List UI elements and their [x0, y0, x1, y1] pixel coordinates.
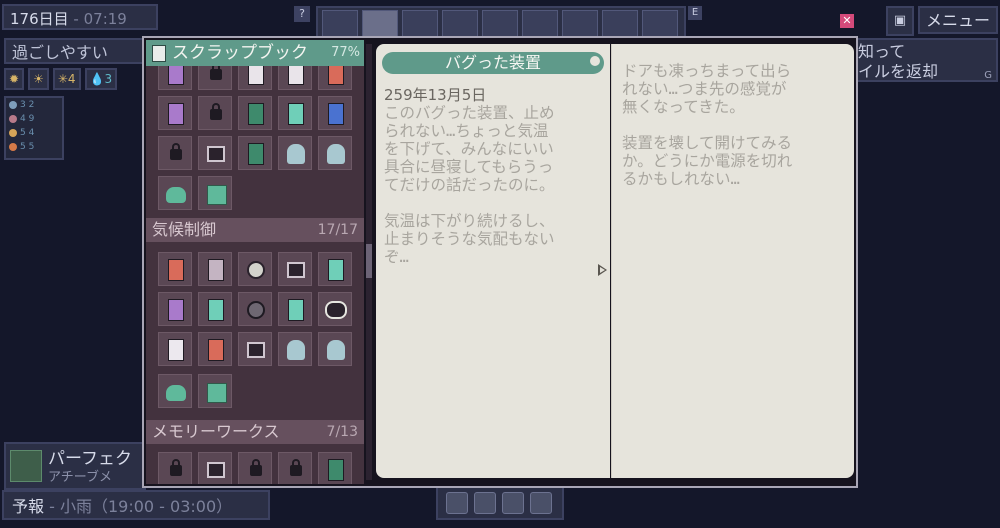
tool-slot[interactable] — [474, 492, 496, 514]
locked-item[interactable] — [238, 452, 272, 484]
tool-slot[interactable] — [502, 492, 524, 514]
weather-forecast: 予報 - 小雨（19:00 - 03:00） — [2, 490, 270, 520]
menu-button[interactable]: メニュー — [918, 6, 998, 34]
menu-area: ▣ メニュー — [886, 6, 998, 36]
scrapbook-title: スクラップブック — [172, 43, 308, 63]
scrap-item[interactable] — [158, 96, 192, 130]
selected-scrap-item[interactable] — [318, 292, 352, 326]
locked-item[interactable] — [198, 96, 232, 130]
category-header-climate[interactable]: 気候制御 17/17 — [146, 218, 364, 242]
scrap-item[interactable] — [158, 374, 192, 408]
bottom-toolbar — [436, 486, 564, 520]
help-button[interactable]: ? — [294, 6, 310, 22]
stats-row: ✹ ☀ ✳4 💧3 — [4, 68, 124, 90]
scrap-item[interactable] — [198, 176, 232, 210]
achievement-panel: パーフェク アチーブメ — [4, 442, 146, 490]
scrap-item[interactable] — [158, 332, 192, 366]
day-counter: 176日目 — [10, 10, 69, 28]
scrap-item[interactable] — [278, 136, 312, 170]
tool-slot[interactable] — [402, 10, 438, 38]
journal-left-page: バグった装置 259年13月5日 このバグった装置、止め られない…ちょっと気温… — [376, 44, 610, 478]
locked-item[interactable] — [158, 136, 192, 170]
mouse-cursor-icon — [598, 264, 607, 276]
scrap-item[interactable] — [278, 252, 312, 286]
book-icon — [152, 45, 166, 62]
resource-panel: 3 2 4 9 5 4 5 5 — [4, 96, 64, 160]
e-key-hint: E — [688, 6, 702, 20]
scrap-item[interactable] — [238, 136, 272, 170]
scrap-item[interactable] — [318, 136, 352, 170]
light-icon: ☀ — [28, 68, 49, 90]
scrap-item[interactable] — [318, 452, 352, 484]
tool-slot[interactable] — [322, 10, 358, 38]
scrap-item[interactable] — [198, 252, 232, 286]
resource-icon — [9, 129, 17, 137]
scrap-item[interactable] — [158, 252, 192, 286]
scrap-item[interactable] — [198, 374, 232, 408]
journal-right-page: ドアも凍っちまって出ら れない…つま先の感覚が 無くなってきた。 装置を壊して開… — [611, 44, 854, 478]
scrap-item[interactable] — [278, 96, 312, 130]
close-icon[interactable]: ✕ — [840, 14, 854, 28]
tool-slot[interactable] — [602, 10, 638, 38]
entry-text-right: ドアも凍っちまって出ら れない…つま先の感覚が 無くなってきた。 装置を壊して開… — [622, 62, 793, 188]
entry-title-banner: バグった装置 — [382, 52, 604, 74]
resource-icon — [9, 115, 17, 123]
scrap-item[interactable] — [238, 332, 272, 366]
scrapbook-sidebar: 気候制御 17/17 メモリーワークス 7/13 スクラップブック 77% — [146, 40, 364, 484]
locked-item[interactable] — [278, 452, 312, 484]
stat-snow: ✳4 — [52, 68, 81, 90]
scrapbook-dialog: 気候制御 17/17 メモリーワークス 7/13 スクラップブック 77% バグ… — [142, 36, 858, 488]
scrap-item[interactable] — [198, 452, 232, 484]
tool-slot[interactable] — [482, 10, 518, 38]
quest-panel: 知って イルを返却 G — [852, 38, 998, 82]
clock-time: 07:19 — [83, 10, 127, 28]
resource-icon — [9, 101, 17, 109]
category-header-memoryworks[interactable]: メモリーワークス 7/13 — [146, 420, 364, 444]
achievement-icon — [10, 450, 42, 482]
scrap-item[interactable] — [238, 292, 272, 326]
scrap-item[interactable] — [198, 292, 232, 326]
banner-clip-icon — [588, 54, 602, 68]
locked-item[interactable] — [158, 452, 192, 484]
tool-slot[interactable] — [442, 10, 478, 38]
build-toolbar — [316, 6, 686, 38]
day-clock: 176日目 - 07:19 — [2, 4, 158, 30]
entry-text-left: このバグった装置、止め られない…ちょっと気温 を下げて、みんなにいい 具合に昼… — [384, 104, 555, 266]
tool-slot[interactable] — [522, 10, 558, 38]
scrapbook-header: スクラップブック 77% — [146, 40, 364, 66]
resource-icon — [9, 143, 17, 151]
scrollbar-thumb[interactable] — [366, 244, 372, 278]
tool-slot[interactable] — [362, 10, 398, 38]
scrap-item[interactable] — [278, 292, 312, 326]
scrap-item[interactable] — [198, 332, 232, 366]
tool-slot[interactable] — [642, 10, 678, 38]
scrap-item[interactable] — [238, 252, 272, 286]
tool-slot[interactable] — [446, 492, 468, 514]
save-icon[interactable]: ▣ — [886, 6, 914, 36]
scrap-item[interactable] — [318, 332, 352, 366]
entry-date: 259年13月5日 — [384, 86, 487, 104]
entry-title: バグった装置 — [444, 53, 541, 72]
scrap-item[interactable] — [238, 96, 272, 130]
stat-water: 💧3 — [84, 68, 118, 90]
tool-slot[interactable] — [562, 10, 598, 38]
mood-status: 過ごしやすい — [4, 38, 146, 64]
scrap-item[interactable] — [158, 176, 192, 210]
scrap-item[interactable] — [198, 136, 232, 170]
scrap-item[interactable] — [278, 332, 312, 366]
scrap-item[interactable] — [318, 96, 352, 130]
tool-slot[interactable] — [530, 492, 552, 514]
sun-icon: ✹ — [4, 68, 25, 90]
scrap-item[interactable] — [318, 252, 352, 286]
scrapbook-progress: 77% — [331, 45, 360, 60]
achievement-subtitle: アチーブメ — [48, 470, 112, 485]
sidebar-scrollbar[interactable] — [366, 44, 372, 480]
scrap-item[interactable] — [158, 292, 192, 326]
